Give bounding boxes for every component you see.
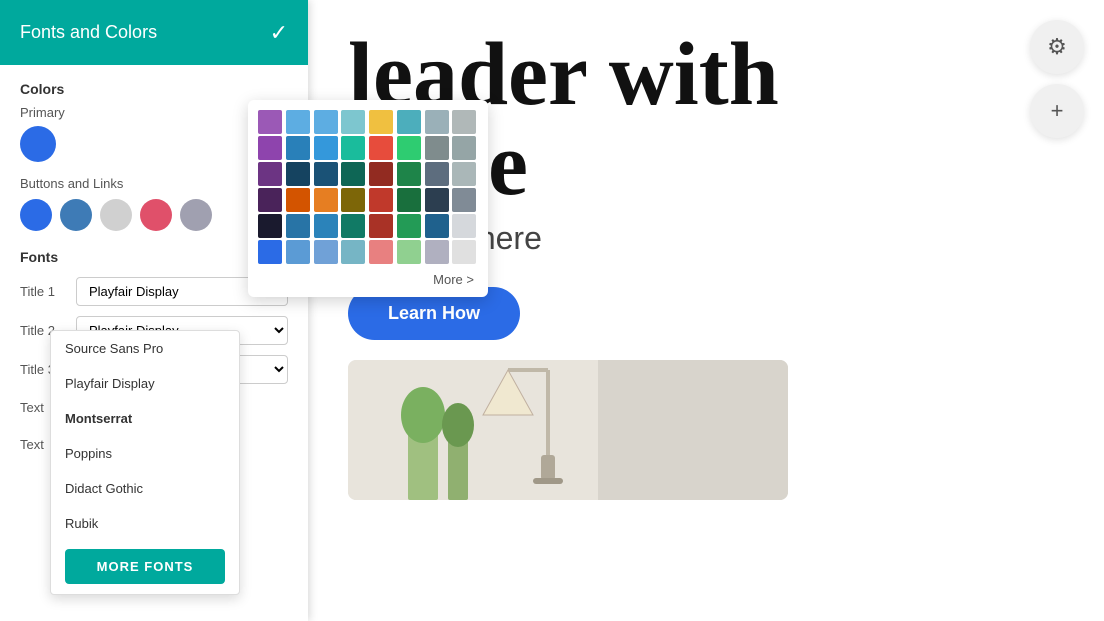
color-cell[interactable] [397, 214, 421, 238]
color-cell[interactable] [341, 240, 365, 264]
dropdown-item-didact[interactable]: Didact Gothic [51, 471, 239, 506]
color-cell[interactable] [369, 240, 393, 264]
floating-buttons: ⚙ + [1030, 20, 1084, 138]
color-cell[interactable] [314, 110, 338, 134]
font-dropdown: Source Sans Pro Playfair Display Montser… [50, 330, 240, 595]
color-cell[interactable] [369, 188, 393, 212]
add-button[interactable]: + [1030, 84, 1084, 138]
color-cell[interactable] [258, 162, 282, 186]
color-grid [258, 110, 478, 264]
color-cell[interactable] [286, 188, 310, 212]
check-icon[interactable]: ✓ [270, 20, 288, 46]
color-cell[interactable] [425, 136, 449, 160]
color-picker-popup: More > [248, 100, 488, 297]
color-cell[interactable] [341, 162, 365, 186]
color-cell[interactable] [314, 214, 338, 238]
color-cell[interactable] [369, 136, 393, 160]
settings-button[interactable]: ⚙ [1030, 20, 1084, 74]
plus-icon: + [1051, 98, 1064, 124]
color-cell[interactable] [397, 240, 421, 264]
dropdown-item-playfair[interactable]: Playfair Display [51, 366, 239, 401]
gear-icon: ⚙ [1047, 34, 1067, 60]
color-cell[interactable] [341, 110, 365, 134]
color-cell[interactable] [314, 240, 338, 264]
color-cell[interactable] [397, 110, 421, 134]
color-cell[interactable] [425, 214, 449, 238]
color-cell[interactable] [341, 136, 365, 160]
color-cell[interactable] [397, 188, 421, 212]
color-cell[interactable] [369, 110, 393, 134]
color-cell[interactable] [258, 188, 282, 212]
title1-label: Title 1 [20, 284, 68, 299]
color-cell[interactable] [452, 162, 476, 186]
sidebar-header: Fonts and Colors ✓ [0, 0, 308, 65]
dropdown-item-source-sans[interactable]: Source Sans Pro [51, 331, 239, 366]
color-cell[interactable] [258, 240, 282, 264]
color-cell[interactable] [425, 240, 449, 264]
color-cell[interactable] [425, 162, 449, 186]
primary-color-swatch[interactable] [20, 126, 56, 162]
swatch-dark-blue[interactable] [60, 199, 92, 231]
color-cell[interactable] [286, 136, 310, 160]
swatch-blue[interactable] [20, 199, 52, 231]
hero-image [348, 360, 788, 500]
color-cell[interactable] [314, 188, 338, 212]
swatch-slate[interactable] [180, 199, 212, 231]
color-cell[interactable] [397, 136, 421, 160]
colors-section-label: Colors [20, 81, 288, 97]
more-fonts-button[interactable]: MORE FONTS [65, 549, 225, 584]
color-cell[interactable] [452, 110, 476, 134]
swatch-pink[interactable] [140, 199, 172, 231]
color-cell[interactable] [452, 188, 476, 212]
color-cell[interactable] [258, 110, 282, 134]
main-content: leader with nage r subtitle here Learn H… [308, 0, 1104, 621]
color-cell[interactable] [425, 188, 449, 212]
color-cell[interactable] [369, 214, 393, 238]
color-cell[interactable] [341, 188, 365, 212]
color-cell[interactable] [258, 214, 282, 238]
color-cell[interactable] [258, 136, 282, 160]
color-cell[interactable] [425, 110, 449, 134]
color-cell[interactable] [341, 214, 365, 238]
color-cell[interactable] [452, 136, 476, 160]
color-cell[interactable] [452, 214, 476, 238]
swatch-gray[interactable] [100, 199, 132, 231]
dropdown-item-poppins[interactable]: Poppins [51, 436, 239, 471]
dropdown-item-rubik[interactable]: Rubik [51, 506, 239, 541]
color-cell[interactable] [286, 214, 310, 238]
dropdown-item-montserrat[interactable]: Montserrat [51, 401, 239, 436]
color-cell[interactable] [369, 162, 393, 186]
color-cell[interactable] [397, 162, 421, 186]
more-colors-link[interactable]: More > [258, 272, 478, 287]
sidebar-title: Fonts and Colors [20, 22, 157, 43]
color-cell[interactable] [286, 240, 310, 264]
color-cell[interactable] [286, 162, 310, 186]
color-cell[interactable] [452, 240, 476, 264]
color-cell[interactable] [314, 162, 338, 186]
color-cell[interactable] [286, 110, 310, 134]
color-cell[interactable] [314, 136, 338, 160]
